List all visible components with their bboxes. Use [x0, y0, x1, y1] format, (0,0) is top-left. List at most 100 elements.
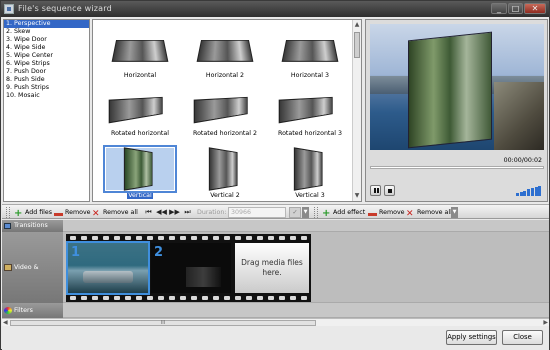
dropzone-text: Drag media files here.: [241, 258, 303, 277]
preview-rock: [494, 82, 544, 150]
sprocket-hole: [81, 236, 87, 240]
toolbar-overflow-icon[interactable]: ▼: [302, 207, 309, 218]
sprocket-hole: [103, 236, 109, 240]
effect-thumbnail[interactable]: Vertical: [100, 145, 180, 199]
effect-thumbnail[interactable]: Horizontal 3: [270, 28, 350, 79]
effect-thumbnail[interactable]: Rotated horizontal 2: [185, 86, 265, 137]
effect-thumbnail[interactable]: Rotated horizontal: [100, 86, 180, 137]
sprocket-hole: [180, 236, 186, 240]
maximize-button[interactable]: □: [508, 3, 523, 14]
timeline-scrollbar[interactable]: ◀ III ▶: [2, 318, 549, 326]
remove-effect-label: Remove: [379, 209, 405, 216]
transitions-track[interactable]: [63, 220, 549, 232]
sprocket-hole: [246, 236, 252, 240]
effect-thumbnail[interactable]: Horizontal 2: [185, 28, 265, 79]
sprocket-hole: [301, 296, 307, 300]
apply-duration-button[interactable]: ✓: [289, 207, 301, 218]
effect-item[interactable]: 5. Wipe Center: [4, 52, 89, 60]
clip-1-rocks: [83, 271, 133, 283]
effect-item[interactable]: 1. Perspective: [4, 20, 89, 28]
remove-all-effects-button[interactable]: ✕ Remove all: [406, 207, 452, 219]
sprocket-hole: [290, 296, 296, 300]
effect-thumbnail[interactable]: Rotated horizontal 3: [270, 86, 350, 137]
media-drop-zone[interactable]: Drag media files here.: [235, 243, 309, 293]
gallery-scrollbar[interactable]: ▲ ▼: [352, 20, 361, 201]
thumbnail-label: Rotated horizontal 3: [277, 130, 343, 137]
clip-2[interactable]: 2: [151, 243, 231, 293]
thumbnail-card: [108, 96, 163, 124]
preview-panel: 00:00/00:02: [365, 19, 548, 202]
remove-effect-icon: [368, 213, 377, 216]
volume-bar: [538, 185, 542, 196]
add-files-button[interactable]: + Add files: [14, 207, 52, 219]
volume-indicator[interactable]: [516, 185, 542, 196]
scroll-up-icon[interactable]: ▲: [354, 21, 360, 29]
remove-label: Remove: [65, 209, 91, 216]
duration-field[interactable]: 30966: [228, 207, 286, 218]
filters-track[interactable]: [63, 303, 549, 318]
sequence-wizard-window: File's sequence wizard _ □ ✕ 1. Perspect…: [0, 0, 550, 350]
sprocket-hole: [279, 296, 285, 300]
effect-thumbnail[interactable]: Horizontal: [100, 28, 180, 79]
minimize-button[interactable]: _: [491, 3, 507, 14]
scroll-down-icon[interactable]: ▼: [354, 192, 360, 200]
sprocket-hole: [268, 296, 274, 300]
remove-all-label: Remove all: [103, 209, 138, 216]
preview-progress-bar[interactable]: [370, 166, 544, 169]
effect-item[interactable]: 2. Skew: [4, 28, 89, 36]
sprocket-hole: [202, 236, 208, 240]
clip-1[interactable]: 1: [66, 241, 150, 295]
effect-item[interactable]: 4. Wipe Side: [4, 44, 89, 52]
close-window-button[interactable]: ✕: [524, 3, 546, 14]
pause-button[interactable]: [370, 185, 381, 196]
remove-effect-button[interactable]: Remove: [368, 207, 405, 218]
add-effect-button[interactable]: + Add effect: [322, 207, 365, 219]
toolbar-overflow-icon-2[interactable]: ▼: [451, 207, 458, 218]
sprocket-hole: [224, 296, 230, 300]
sprocket-hole: [191, 296, 197, 300]
toolbar-grip-2: [314, 207, 318, 218]
track-label-transitions: Transitions: [2, 220, 63, 232]
sprocket-hole: [202, 296, 208, 300]
add-icon: +: [14, 208, 23, 219]
preview-screen: [370, 24, 544, 150]
sprocket-hole: [191, 236, 197, 240]
stop-button[interactable]: [384, 185, 395, 196]
effect-thumbnail[interactable]: Vertical 2: [185, 147, 265, 199]
first-button[interactable]: ⏮: [143, 207, 154, 218]
remove-button[interactable]: Remove: [54, 207, 91, 218]
pause-icon: [374, 188, 379, 193]
scroll-thumb[interactable]: [354, 32, 360, 58]
effect-item[interactable]: 3. Wipe Door: [4, 36, 89, 44]
apply-settings-button[interactable]: Apply settings: [446, 330, 497, 345]
close-button[interactable]: Close: [502, 330, 543, 345]
thumbnail-preview: [276, 86, 344, 128]
stop-icon: [388, 189, 392, 193]
effect-item[interactable]: 10. Mosaic: [4, 92, 89, 100]
next-button[interactable]: ▶▶: [169, 207, 180, 218]
video-filmstrip: 1 2 Drag media files here.: [66, 234, 311, 302]
remove-all-button[interactable]: ✕ Remove all: [92, 207, 138, 219]
thumbnail-label: Horizontal 2: [205, 72, 245, 79]
effect-list[interactable]: 1. Perspective 2. Skew 3. Wipe Door 4. Wipe…: [3, 19, 90, 202]
last-button[interactable]: ⏭: [182, 207, 193, 218]
sprocket-hole: [147, 296, 153, 300]
remove-all-icon: ✕: [92, 209, 100, 219]
thumbnail-preview: [276, 28, 344, 70]
thumbnail-preview: [106, 86, 174, 128]
effect-item[interactable]: 6. Wipe Strips: [4, 60, 89, 68]
clip-2-image: [186, 267, 221, 287]
sprocket-hole: [257, 236, 263, 240]
previous-button[interactable]: ◀◀: [156, 207, 167, 218]
effect-item[interactable]: 8. Push Side: [4, 76, 89, 84]
effect-thumbnail[interactable]: Vertical 3: [270, 147, 350, 199]
filters-label: Filters: [14, 307, 33, 314]
thumbnail-card: [123, 147, 153, 191]
sprocket-hole: [235, 296, 241, 300]
effect-item[interactable]: 7. Push Door: [4, 68, 89, 76]
volume-bar: [516, 193, 519, 196]
effect-item[interactable]: 9. Push Strips: [4, 84, 89, 92]
sprocket-hole: [158, 236, 164, 240]
sprocket-hole: [114, 236, 120, 240]
thumbnail-preview: [276, 147, 344, 191]
